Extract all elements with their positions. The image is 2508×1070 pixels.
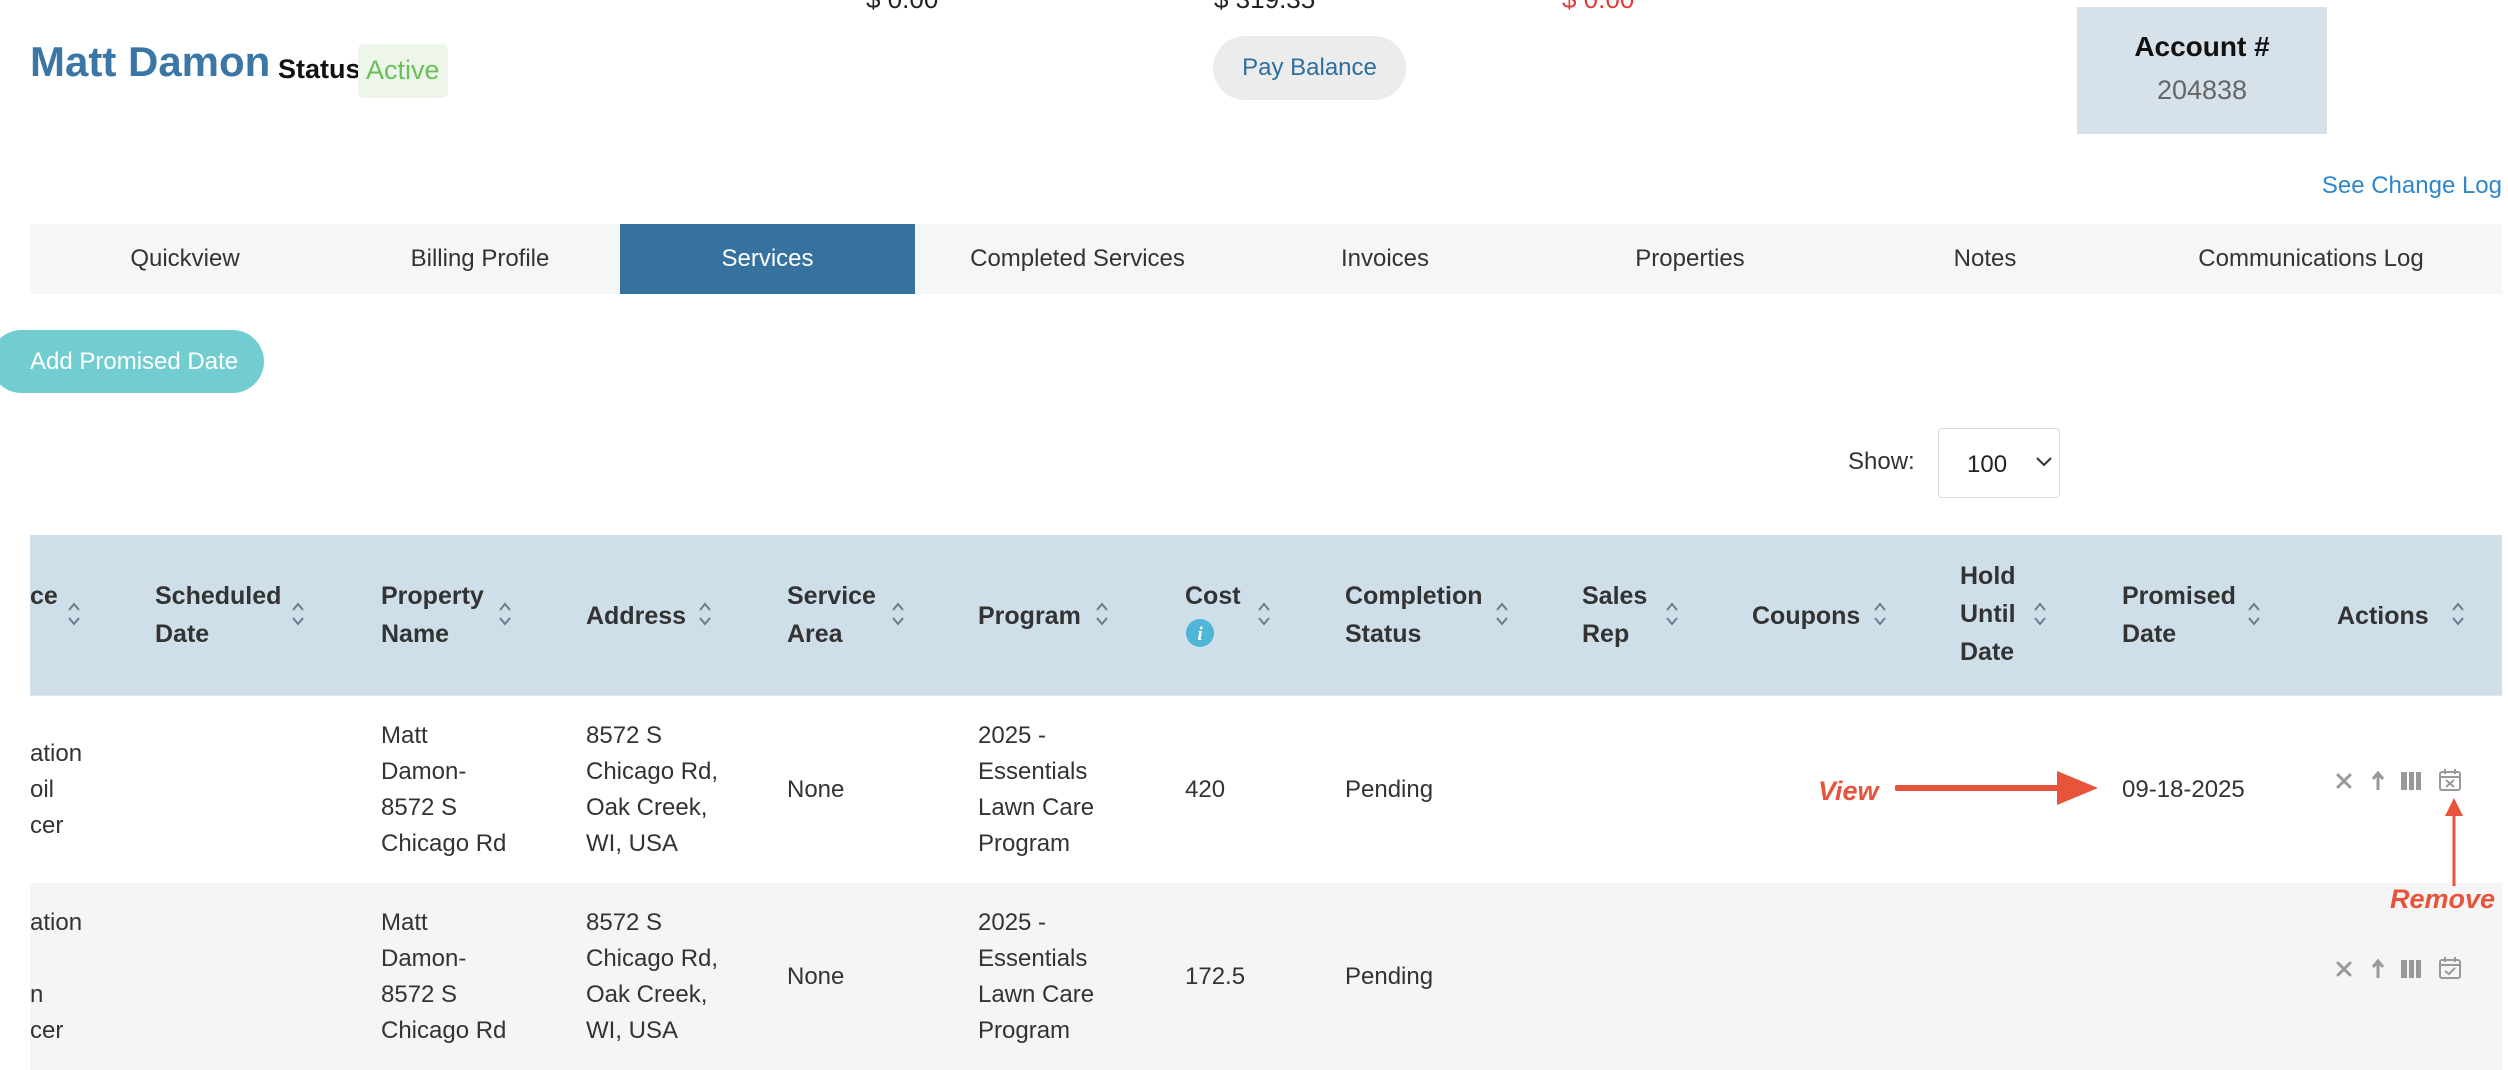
sort-icon[interactable] — [2246, 600, 2262, 628]
tab-properties[interactable]: Properties — [1530, 224, 1850, 294]
tab-quickview[interactable]: Quickview — [30, 224, 340, 294]
table-header: ce Scheduled Date Property Name Address … — [30, 535, 2502, 695]
svg-text:i: i — [1197, 624, 1203, 645]
account-number: 204838 — [2156, 75, 2248, 105]
column-header-scheduled-date[interactable]: Scheduled Date — [155, 577, 285, 653]
move-icon[interactable] — [2370, 770, 2386, 792]
cell-address: 8572 S Chicago Rd, Oak Creek, WI, USA — [586, 722, 719, 857]
page-size-select[interactable]: 100 — [1938, 428, 2060, 498]
chevron-down-icon — [2036, 457, 2052, 467]
column-header-address[interactable]: Address — [586, 597, 686, 635]
sort-icon[interactable] — [890, 600, 906, 628]
tab-billing-profile[interactable]: Billing Profile — [340, 224, 620, 294]
calendar-remove-icon[interactable] — [2438, 768, 2462, 792]
tab-invoices[interactable]: Invoices — [1240, 224, 1530, 294]
top-amount-1: $ 0.00 — [866, 0, 938, 15]
cell-completion-status: Pending — [1345, 963, 1434, 990]
info-icon[interactable]: i — [1186, 619, 1214, 647]
sort-icon[interactable] — [2032, 600, 2048, 628]
top-amount-2: $ 319.35 — [1214, 0, 1315, 15]
tab-bar: Quickview Billing Profile Services Compl… — [30, 224, 2502, 294]
status-label: Status — [278, 54, 361, 84]
cell-service: ation n cer — [30, 909, 83, 1044]
cell-property-name: Matt Damon- 8572 S Chicago Rd — [381, 722, 507, 857]
remove-annotation-label: Remove — [2390, 884, 2496, 914]
tab-services[interactable]: Services — [620, 224, 915, 294]
cell-completion-status: Pending — [1345, 776, 1434, 803]
cell-property-name: Matt Damon- 8572 S Chicago Rd — [381, 909, 507, 1044]
column-header-completion-status[interactable]: Completion Status — [1345, 577, 1495, 653]
cell-service: ation oil cer — [30, 740, 83, 839]
top-amount-3: $ 0.00 — [1562, 0, 1634, 15]
tab-completed-services[interactable]: Completed Services — [915, 224, 1240, 294]
tab-communications-log[interactable]: Communications Log — [2120, 224, 2502, 294]
close-icon[interactable] — [2335, 960, 2353, 978]
column-header-property-name[interactable]: Property Name — [381, 577, 501, 653]
table-row[interactable]: ation n cer Matt Damon- 8572 S Chicago R… — [30, 883, 2502, 1070]
cell-program: 2025 - Essentials Lawn Care Program — [978, 909, 1095, 1044]
tab-notes[interactable]: Notes — [1850, 224, 2120, 294]
column-header-service-area[interactable]: Service Area — [787, 577, 887, 653]
column-header-sales-rep[interactable]: Sales Rep — [1582, 577, 1662, 653]
account-label: Account # — [2134, 31, 2270, 62]
sort-icon[interactable] — [497, 600, 513, 628]
remove-arrow-icon — [2445, 798, 2463, 886]
cell-promised-date: 09-18-2025 — [2122, 776, 2245, 803]
close-icon[interactable] — [2335, 772, 2353, 790]
column-header-cost[interactable]: Cost — [1185, 577, 1241, 615]
move-icon[interactable] — [2370, 958, 2386, 980]
pay-balance-button[interactable]: Pay Balance — [1213, 36, 1406, 100]
column-header-coupons[interactable]: Coupons — [1752, 597, 1860, 635]
sort-icon[interactable] — [290, 600, 306, 628]
pause-icon[interactable] — [2400, 771, 2422, 791]
cell-cost: 420 — [1185, 776, 1226, 803]
sort-icon[interactable] — [66, 600, 82, 628]
view-arrow-icon — [1895, 771, 2098, 805]
column-header-service[interactable]: ce — [30, 577, 58, 615]
sort-icon[interactable] — [1256, 600, 1272, 628]
table-row[interactable]: ation oil cer Matt Damon- 8572 S Chicago… — [30, 695, 2502, 884]
cell-service-area: None — [787, 963, 845, 990]
cell-program: 2025 - Essentials Lawn Care Program — [978, 722, 1095, 857]
sort-icon[interactable] — [1494, 600, 1510, 628]
column-header-promised-date[interactable]: Promised Date — [2122, 577, 2242, 653]
add-promised-date-button[interactable]: Add Promised Date — [0, 330, 264, 393]
account-number-box: Account # 204838 — [2077, 7, 2327, 134]
show-label: Show: — [1848, 448, 1915, 475]
column-header-program[interactable]: Program — [978, 597, 1081, 635]
sort-icon[interactable] — [697, 600, 713, 628]
column-header-hold-until-date[interactable]: Hold Until Date — [1960, 557, 2030, 671]
pause-icon[interactable] — [2400, 959, 2422, 979]
customer-name: Matt Damon — [30, 38, 271, 85]
see-change-log-link[interactable]: See Change Log — [2322, 172, 2502, 200]
page-size-value: 100 — [1967, 451, 2008, 478]
status-badge: Active — [358, 44, 448, 98]
sort-icon[interactable] — [1872, 600, 1888, 628]
sort-icon[interactable] — [2450, 600, 2466, 628]
sort-icon[interactable] — [1664, 600, 1680, 628]
cell-cost: 172.5 — [1185, 963, 1246, 990]
sort-icon[interactable] — [1094, 600, 1110, 628]
view-annotation-label: View — [1818, 776, 1879, 806]
calendar-check-icon[interactable] — [2438, 956, 2462, 980]
column-header-actions: Actions — [2337, 602, 2429, 630]
cell-service-area: None — [787, 776, 845, 803]
cell-address: 8572 S Chicago Rd, Oak Creek, WI, USA — [586, 909, 719, 1044]
